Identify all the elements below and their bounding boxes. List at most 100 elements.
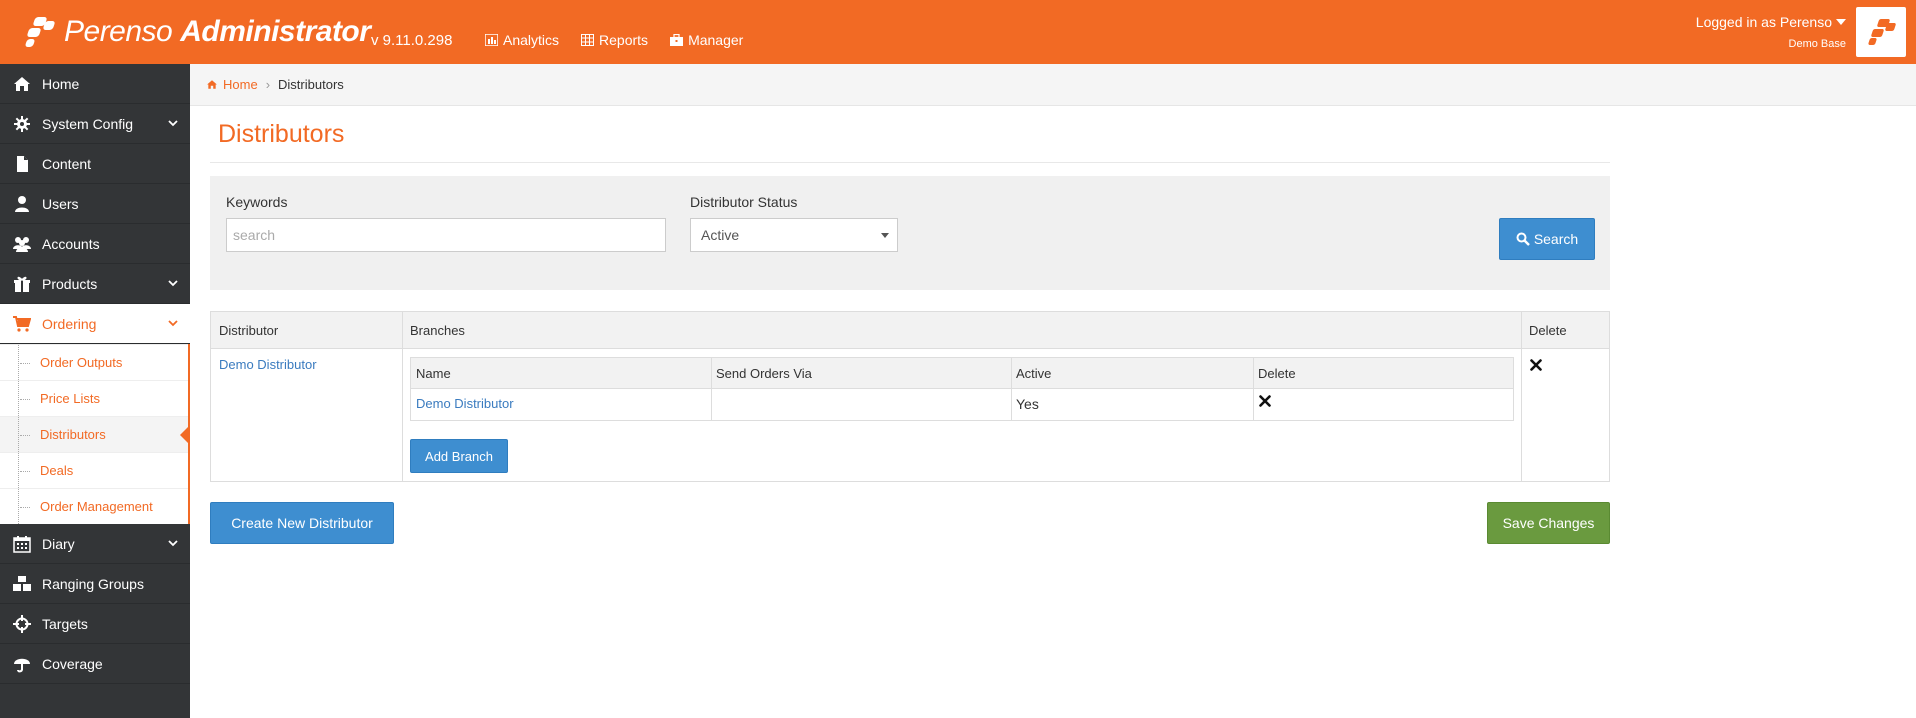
crosshairs-icon [13,614,31,633]
cubes-icon [13,575,31,591]
user-menu[interactable]: Logged in as Perenso Demo Base [1696,14,1846,50]
chevron-down-icon [168,540,178,547]
subitem-label: Deals [40,463,74,478]
home-icon [207,80,217,89]
sidebar-subitem-distributors[interactable]: Distributors [0,416,190,452]
save-changes-button[interactable]: Save Changes [1487,502,1610,544]
active-pointer-icon [180,425,190,445]
branch-column-active: Active [1016,366,1052,381]
add-branch-button[interactable]: Add Branch [410,439,508,473]
sidebar-item-label: Content [42,155,92,172]
brand[interactable]: Perenso Administrator [24,10,371,54]
branches-table-header [411,358,1513,389]
nav-reports-label: Reports [599,32,649,48]
sidebar-item-label: Coverage [42,655,103,672]
umbrella-icon [14,658,30,672]
nav-manager-label: Manager [688,32,744,48]
delete-distributor-icon[interactable] [1530,359,1542,371]
delete-branch-icon[interactable] [1259,395,1271,407]
nav-manager[interactable]: Manager [670,32,743,48]
dropdown-arrow-icon [881,233,889,238]
branches-table: Name Send Orders Via Active Delete Demo … [410,357,1514,421]
distributors-table: Distributor Branches Delete Demo Distrib… [210,311,1610,482]
distributor-link[interactable]: Demo Distributor [219,357,317,372]
sidebar-subitem-price-lists[interactable]: Price Lists [0,380,188,416]
version-label: v 9.11.0.298 [371,32,453,49]
home-icon [14,76,30,91]
nav-analytics-label: Analytics [503,32,560,48]
subitem-label: Order Management [40,499,153,514]
sidebar-item-system-config[interactable]: System Config [0,104,190,144]
sidebar-item-label: Targets [42,615,88,632]
sidebar-item-label: System Config [42,115,134,132]
branch-column-send-orders-via: Send Orders Via [716,366,812,381]
nav-reports[interactable]: Reports [581,32,648,48]
table-icon [581,34,595,46]
brand-name: Perenso [64,15,173,48]
breadcrumb: Home › Distributors [190,64,1916,106]
keywords-label: Keywords [226,194,288,210]
search-button[interactable]: Search [1499,218,1595,260]
save-changes-label: Save Changes [1502,515,1595,531]
subitem-label: Price Lists [40,391,100,406]
file-icon [17,155,28,172]
filter-panel: Keywords Distributor Status Active Searc… [210,176,1610,290]
logged-in-label: Logged in as Perenso [1695,14,1832,30]
branch-active-value: Yes [1016,396,1039,412]
keywords-input[interactable] [226,218,666,252]
status-label: Distributor Status [690,194,798,210]
group-icon [13,236,31,252]
user-icon [15,195,29,212]
sidebar-item-accounts[interactable]: Accounts [0,224,190,264]
subitem-label: Order Outputs [40,355,123,370]
sidebar: Home System Config Content Users Account… [0,64,190,718]
branch-name-link[interactable]: Demo Distributor [416,396,514,411]
breadcrumb-home[interactable]: Home [206,77,258,92]
column-header-delete: Delete [1529,323,1567,338]
sidebar-item-label: Diary [42,535,75,552]
search-button-label: Search [1533,231,1579,247]
sidebar-item-coverage[interactable]: Coverage [0,644,190,684]
ordering-submenu: Order Outputs Price Lists Distributors D… [0,344,190,524]
page-title: Distributors [218,120,345,148]
perenso-logo-icon [24,15,58,49]
sidebar-item-targets[interactable]: Targets [0,604,190,644]
sidebar-item-label: Home [42,75,80,92]
sidebar-item-label: Users [42,195,79,212]
status-select[interactable]: Active [690,218,898,252]
create-distributor-button[interactable]: Create New Distributor [210,502,394,544]
breadcrumb-current: Distributors [278,77,344,92]
subitem-label: Distributors [40,427,106,442]
sidebar-item-products[interactable]: Products [0,264,190,304]
briefcase-icon [670,34,684,46]
sidebar-item-diary[interactable]: Diary [0,524,190,564]
sidebar-item-label: Ranging Groups [42,575,144,592]
title-divider [210,162,1610,163]
top-nav: Analytics Reports Manager [485,32,743,48]
status-select-value: Active [701,227,740,243]
nav-analytics[interactable]: Analytics [485,32,559,48]
user-base: Demo Base [1788,38,1846,50]
sidebar-item-ordering[interactable]: Ordering [0,304,190,344]
sidebar-subitem-deals[interactable]: Deals [0,452,188,488]
calendar-icon [13,535,31,553]
bar-chart-icon [485,34,498,46]
breadcrumb-home-label: Home [223,77,258,92]
sidebar-item-users[interactable]: Users [0,184,190,224]
search-icon [1516,232,1530,246]
sidebar-item-label: Ordering [42,315,97,332]
chevron-down-icon [168,320,178,327]
breadcrumb-separator-icon: › [265,77,271,92]
sidebar-subitem-order-outputs[interactable]: Order Outputs [0,344,188,380]
branch-column-name: Name [416,366,451,381]
top-bar: Perenso Administrator v 9.11.0.298 Analyt… [0,0,1916,64]
sidebar-item-home[interactable]: Home [0,64,190,104]
sidebar-item-label: Accounts [42,235,100,252]
sidebar-subitem-order-management[interactable]: Order Management [0,488,188,524]
chevron-down-icon [168,280,178,287]
sidebar-item-ranging-groups[interactable]: Ranging Groups [0,564,190,604]
caret-down-icon [1836,19,1846,25]
chevron-down-icon [168,120,178,127]
avatar[interactable] [1856,7,1906,57]
sidebar-item-content[interactable]: Content [0,144,190,184]
